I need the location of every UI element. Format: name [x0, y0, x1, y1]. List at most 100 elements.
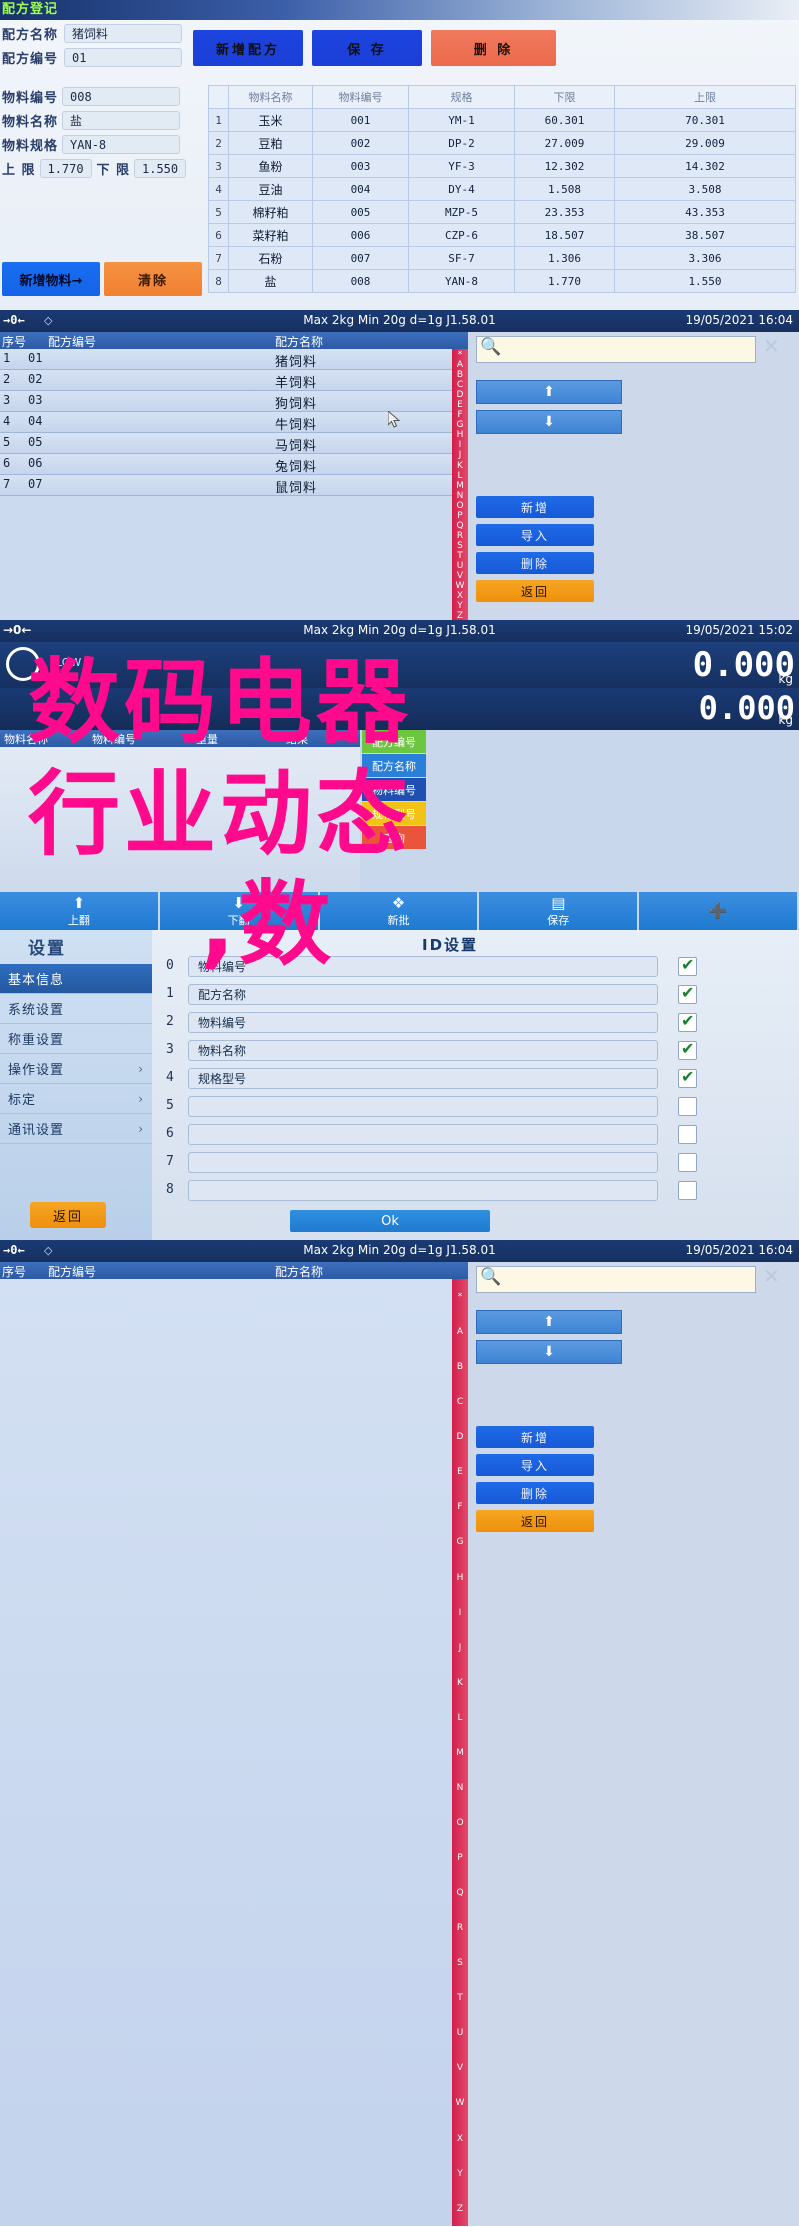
alphabet-index-bar-2[interactable]: * A B C D E F G H I J K L M N O P Q R S T U V W X Y Z — [452, 1279, 468, 2226]
sidebar-item-3[interactable]: 操作设置 › — [0, 1054, 152, 1084]
list-item[interactable]: 1 01 猪饲料 — [0, 349, 452, 370]
alphabet-letter[interactable]: X — [452, 2122, 468, 2157]
id-row-input[interactable]: 规格型号 — [188, 1068, 658, 1089]
id-row-checkbox[interactable] — [678, 983, 697, 1004]
alphabet-letter[interactable]: B — [452, 370, 468, 380]
alphabet-letter[interactable]: O — [452, 501, 468, 511]
alphabet-letter[interactable]: L — [452, 471, 468, 481]
alphabet-letter[interactable]: S — [452, 1946, 468, 1981]
back-button-2[interactable]: 返回 — [476, 1510, 594, 1532]
id-row[interactable]: 6 — [166, 1124, 786, 1147]
material-table[interactable]: 物料名称 物料编号 规格 下限 上限 1 玉米 001 YM-1 60.301 70.30… — [208, 85, 796, 293]
alphabet-letter[interactable]: B — [452, 1350, 468, 1385]
alphabet-letter[interactable]: N — [452, 1771, 468, 1806]
back-button[interactable]: 返回 — [476, 580, 594, 602]
toolbar-button[interactable]: ⬆ 上翻 — [0, 892, 158, 930]
alphabet-letter[interactable]: E — [452, 400, 468, 410]
delete-list-button[interactable]: 删除 — [476, 552, 594, 574]
alphabet-letter[interactable]: U — [452, 2016, 468, 2051]
id-row-input[interactable] — [188, 1152, 658, 1173]
recipe-code-input[interactable]: 01 — [64, 48, 183, 67]
alphabet-letter[interactable]: * — [452, 1280, 468, 1315]
material-code-input[interactable]: 008 — [62, 87, 181, 106]
alphabet-letter[interactable]: P — [452, 511, 468, 521]
recipe-list-2[interactable] — [0, 1279, 452, 2226]
scroll-down-button[interactable]: ⬇ — [476, 410, 622, 434]
id-row[interactable]: 5 — [166, 1096, 786, 1119]
alphabet-letter[interactable]: J — [452, 450, 468, 460]
id-row-checkbox[interactable] — [678, 955, 697, 976]
alphabet-letter[interactable]: F — [452, 1490, 468, 1525]
id-row-input[interactable] — [188, 1124, 658, 1145]
id-row-checkbox[interactable] — [678, 1011, 697, 1032]
alphabet-letter[interactable]: V — [452, 571, 468, 581]
id-row[interactable]: 7 — [166, 1152, 786, 1175]
id-row-input[interactable]: 配方名称 — [188, 984, 658, 1005]
delete-button[interactable]: 删 除 — [431, 30, 556, 66]
alphabet-letter[interactable]: T — [452, 551, 468, 561]
alphabet-letter[interactable]: A — [452, 360, 468, 370]
save-button[interactable]: 保 存 — [312, 30, 422, 66]
list-item[interactable]: 6 06 兔饲料 — [0, 454, 452, 475]
alphabet-index-bar[interactable]: * A B C D E F G H I J K L M N O P Q R S T U V W X Y Z — [452, 349, 468, 621]
id-row[interactable]: 4 规格型号 — [166, 1067, 786, 1091]
alphabet-letter[interactable]: N — [452, 491, 468, 501]
table-row[interactable]: 4 豆油 004 DY-4 1.508 3.508 — [208, 177, 796, 201]
upper-limit-input[interactable]: 1.770 — [39, 159, 92, 178]
id-row[interactable]: 1 配方名称 — [166, 983, 786, 1007]
alphabet-letter[interactable]: I — [452, 1596, 468, 1631]
list-item[interactable]: 3 03 狗饲料 — [0, 391, 452, 412]
weighing-toolbar[interactable]: ⬆ 上翻 ⬇ 下翻 ❖ 新批 ▤ 保存 ➕ — [0, 892, 799, 930]
close-icon[interactable]: ✕ — [763, 334, 780, 358]
delete-list-button-2[interactable]: 删除 — [476, 1482, 594, 1504]
add-button-2[interactable]: 新增 — [476, 1426, 594, 1448]
alphabet-letter[interactable]: I — [452, 440, 468, 450]
table-row[interactable]: 3 鱼粉 003 YF-3 12.302 14.302 — [208, 154, 796, 178]
alphabet-letter[interactable]: X — [452, 591, 468, 601]
alphabet-letter[interactable]: J — [452, 1631, 468, 1666]
alphabet-letter[interactable]: C — [452, 380, 468, 390]
list-item[interactable]: 2 02 羊饲料 — [0, 370, 452, 391]
add-recipe-button[interactable]: 新增配方 — [193, 30, 303, 66]
alphabet-letter[interactable]: V — [452, 2051, 468, 2086]
alphabet-letter[interactable]: W — [452, 2086, 468, 2121]
add-material-button[interactable]: 新增物料→ — [2, 262, 100, 296]
scroll-down-button-2[interactable]: ⬇ — [476, 1340, 622, 1364]
close-icon-2[interactable]: ✕ — [763, 1264, 780, 1288]
id-row[interactable]: 8 — [166, 1180, 786, 1203]
material-spec-input[interactable]: YAN-8 — [62, 135, 181, 154]
toolbar-button[interactable]: ▤ 保存 — [479, 892, 638, 930]
sidebar-item-0[interactable]: 基本信息 — [0, 964, 152, 994]
id-row-checkbox[interactable] — [678, 1039, 697, 1060]
alphabet-letter[interactable]: L — [452, 1701, 468, 1736]
alphabet-letter[interactable]: P — [452, 1841, 468, 1876]
search-input[interactable] — [476, 336, 756, 363]
table-row[interactable]: 6 菜籽粕 006 CZP-6 18.507 38.507 — [208, 223, 796, 247]
alphabet-letter[interactable]: E — [452, 1455, 468, 1490]
search-input-2[interactable] — [476, 1266, 756, 1293]
id-row-input[interactable]: 物料名称 — [188, 1040, 658, 1061]
alphabet-letter[interactable]: M — [452, 1736, 468, 1771]
id-row-input[interactable] — [188, 1180, 658, 1201]
alphabet-letter[interactable]: T — [452, 1981, 468, 2016]
alphabet-letter[interactable]: Z — [452, 2192, 468, 2227]
alphabet-letter[interactable]: Y — [452, 601, 468, 611]
add-button[interactable]: 新增 — [476, 496, 594, 518]
settings-back-button[interactable]: 返回 — [30, 1202, 106, 1228]
toolbar-button[interactable]: ➕ — [639, 892, 797, 930]
sidebar-item-1[interactable]: 系统设置 — [0, 994, 152, 1024]
alphabet-letter[interactable]: R — [452, 1911, 468, 1946]
ok-button[interactable]: Ok — [290, 1210, 490, 1232]
list-item[interactable]: 4 04 牛饲料 — [0, 412, 452, 433]
alphabet-letter[interactable]: W — [452, 581, 468, 591]
id-row[interactable]: 2 物料编号 — [166, 1011, 786, 1035]
alphabet-letter[interactable]: C — [452, 1385, 468, 1420]
import-button[interactable]: 导入 — [476, 524, 594, 546]
material-name-input[interactable]: 盐 — [62, 111, 181, 130]
alphabet-letter[interactable]: M — [452, 481, 468, 491]
id-row-checkbox[interactable] — [678, 1097, 697, 1116]
alphabet-letter[interactable]: * — [452, 350, 468, 360]
id-row-checkbox[interactable] — [678, 1181, 697, 1200]
list-item[interactable]: 5 05 马饲料 — [0, 433, 452, 454]
scroll-up-button-2[interactable]: ⬆ — [476, 1310, 622, 1334]
